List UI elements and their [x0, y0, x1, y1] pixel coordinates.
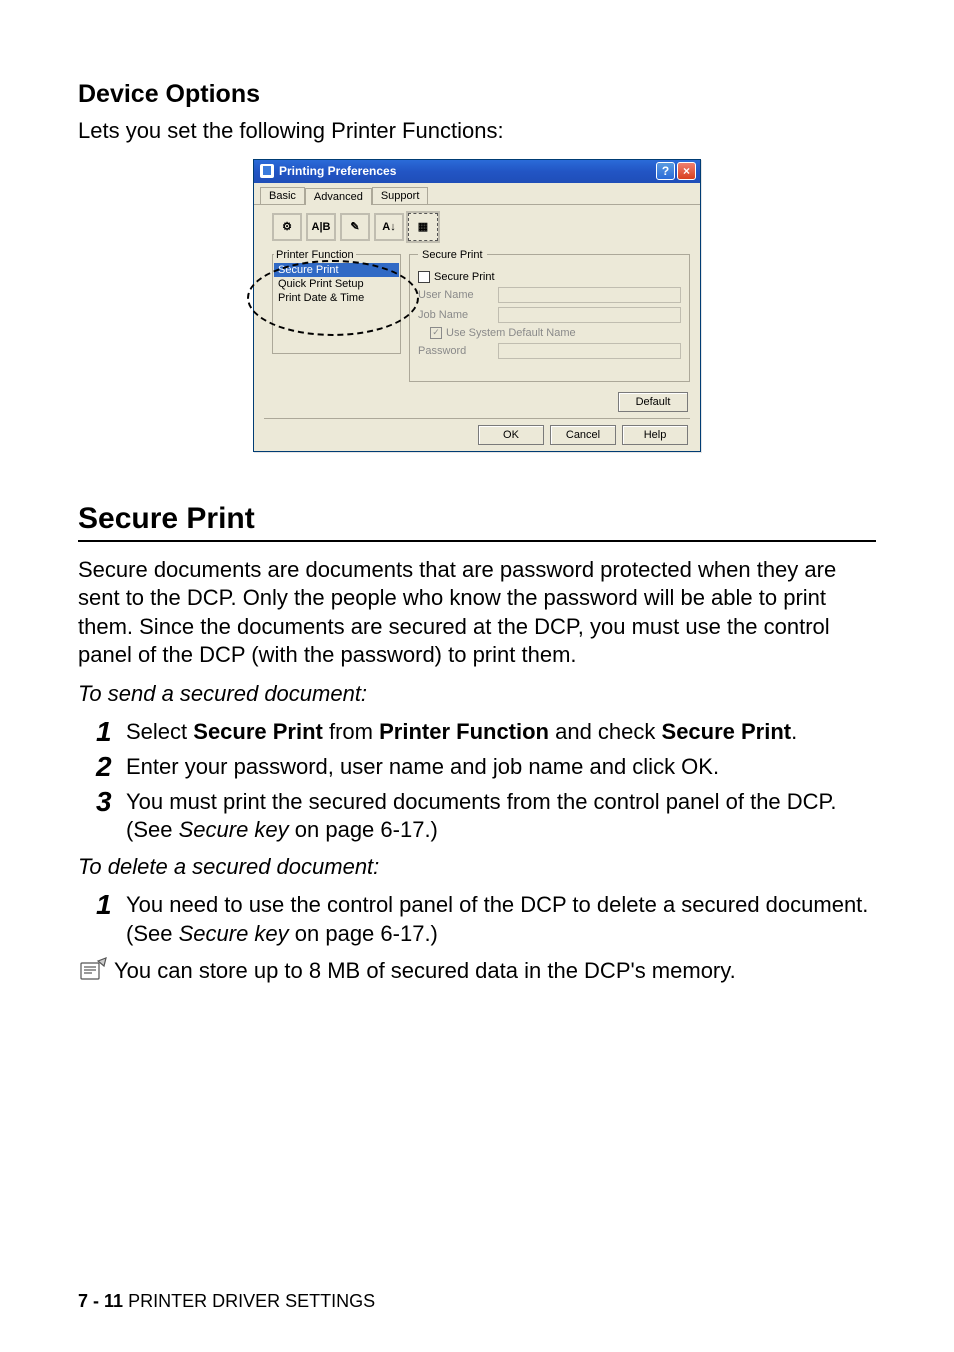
help-button[interactable]: ? [656, 162, 675, 180]
toolbar-option-1-icon[interactable]: ⚙ [272, 213, 302, 241]
toolbar-option-4-icon[interactable]: A↓ [374, 213, 404, 241]
printer-function-label: Printer Function [274, 249, 356, 261]
step-1-text: Select Secure Print from Printer Functio… [126, 718, 797, 747]
page-footer: 7 - 11 PRINTER DRIVER SETTINGS [78, 1291, 375, 1312]
use-system-default-checkbox[interactable]: ✓ [430, 327, 442, 339]
delete-step-1-text: You need to use the control panel of the… [126, 891, 876, 948]
note: You can store up to 8 MB of secured data… [78, 957, 876, 986]
job-name-input[interactable] [498, 307, 681, 323]
secure-print-checkbox-label: Secure Print [434, 271, 495, 283]
password-input[interactable] [498, 343, 681, 359]
heading-device-options: Device Options [78, 80, 876, 109]
ok-button[interactable]: OK [478, 425, 544, 445]
send-steps-list: 1 Select Secure Print from Printer Funct… [78, 718, 876, 844]
delete-step-number-1: 1 [96, 891, 126, 948]
secure-print-paragraph: Secure documents are documents that are … [78, 556, 876, 670]
password-label: Password [418, 345, 498, 357]
list-item: 1 Select Secure Print from Printer Funct… [96, 718, 876, 747]
pf-item-quick-print-setup[interactable]: Quick Print Setup [274, 277, 399, 291]
job-name-label: Job Name [418, 309, 498, 321]
toolbar: ⚙ A|B ✎ A↓ ▦ [254, 205, 700, 247]
toolbar-option-2-icon[interactable]: A|B [306, 213, 336, 241]
toolbar-device-options-icon[interactable]: ▦ [408, 213, 438, 241]
tab-advanced[interactable]: Advanced [305, 188, 372, 205]
tab-basic[interactable]: Basic [260, 187, 305, 204]
close-button[interactable]: × [677, 162, 696, 180]
cancel-button[interactable]: Cancel [550, 425, 616, 445]
window-title: Printing Preferences [279, 164, 396, 178]
page-number: 7 - 11 [78, 1291, 123, 1311]
tab-strip: Basic Advanced Support [254, 183, 700, 205]
to-delete-heading: To delete a secured document: [78, 853, 876, 882]
list-item: 3 You must print the secured documents f… [96, 788, 876, 845]
list-item: 1 You need to use the control panel of t… [96, 891, 876, 948]
step-number-3: 3 [96, 788, 126, 845]
printer-function-list[interactable]: Secure Print Quick Print Setup Print Dat… [274, 263, 399, 305]
section-name: PRINTER DRIVER SETTINGS [128, 1291, 375, 1311]
pf-item-print-date-time[interactable]: Print Date & Time [274, 291, 399, 305]
app-icon [260, 164, 274, 178]
user-name-label: User Name [418, 289, 498, 301]
step-2-text: Enter your password, user name and job n… [126, 753, 719, 782]
pf-item-secure-print[interactable]: Secure Print [274, 263, 399, 277]
secure-print-group-label: Secure Print [418, 249, 487, 261]
help-dialog-button[interactable]: Help [622, 425, 688, 445]
heading-rule [78, 540, 876, 542]
secure-print-group: Secure Print Secure Print User Name Job … [409, 249, 690, 382]
user-name-input[interactable] [498, 287, 681, 303]
printing-preferences-dialog: Printing Preferences ? × Basic Advanced … [253, 159, 701, 452]
note-icon [78, 957, 108, 983]
intro-text: Lets you set the following Printer Funct… [78, 117, 876, 145]
printer-function-group: Printer Function Secure Print Quick Prin… [272, 249, 401, 354]
list-item: 2 Enter your password, user name and job… [96, 753, 876, 782]
titlebar: Printing Preferences ? × [254, 160, 700, 183]
step-number-2: 2 [96, 753, 126, 782]
tab-support[interactable]: Support [372, 187, 429, 204]
to-send-heading: To send a secured document: [78, 680, 876, 709]
step-3-text: You must print the secured documents fro… [126, 788, 876, 845]
delete-steps-list: 1 You need to use the control panel of t… [78, 891, 876, 948]
default-button[interactable]: Default [618, 392, 688, 412]
toolbar-option-3-icon[interactable]: ✎ [340, 213, 370, 241]
heading-secure-print: Secure Print [78, 502, 876, 536]
note-text: You can store up to 8 MB of secured data… [114, 957, 736, 986]
secure-print-checkbox-row[interactable]: Secure Print [418, 271, 681, 283]
use-system-default-label: Use System Default Name [446, 327, 576, 339]
secure-print-checkbox[interactable] [418, 271, 430, 283]
step-number-1: 1 [96, 718, 126, 747]
